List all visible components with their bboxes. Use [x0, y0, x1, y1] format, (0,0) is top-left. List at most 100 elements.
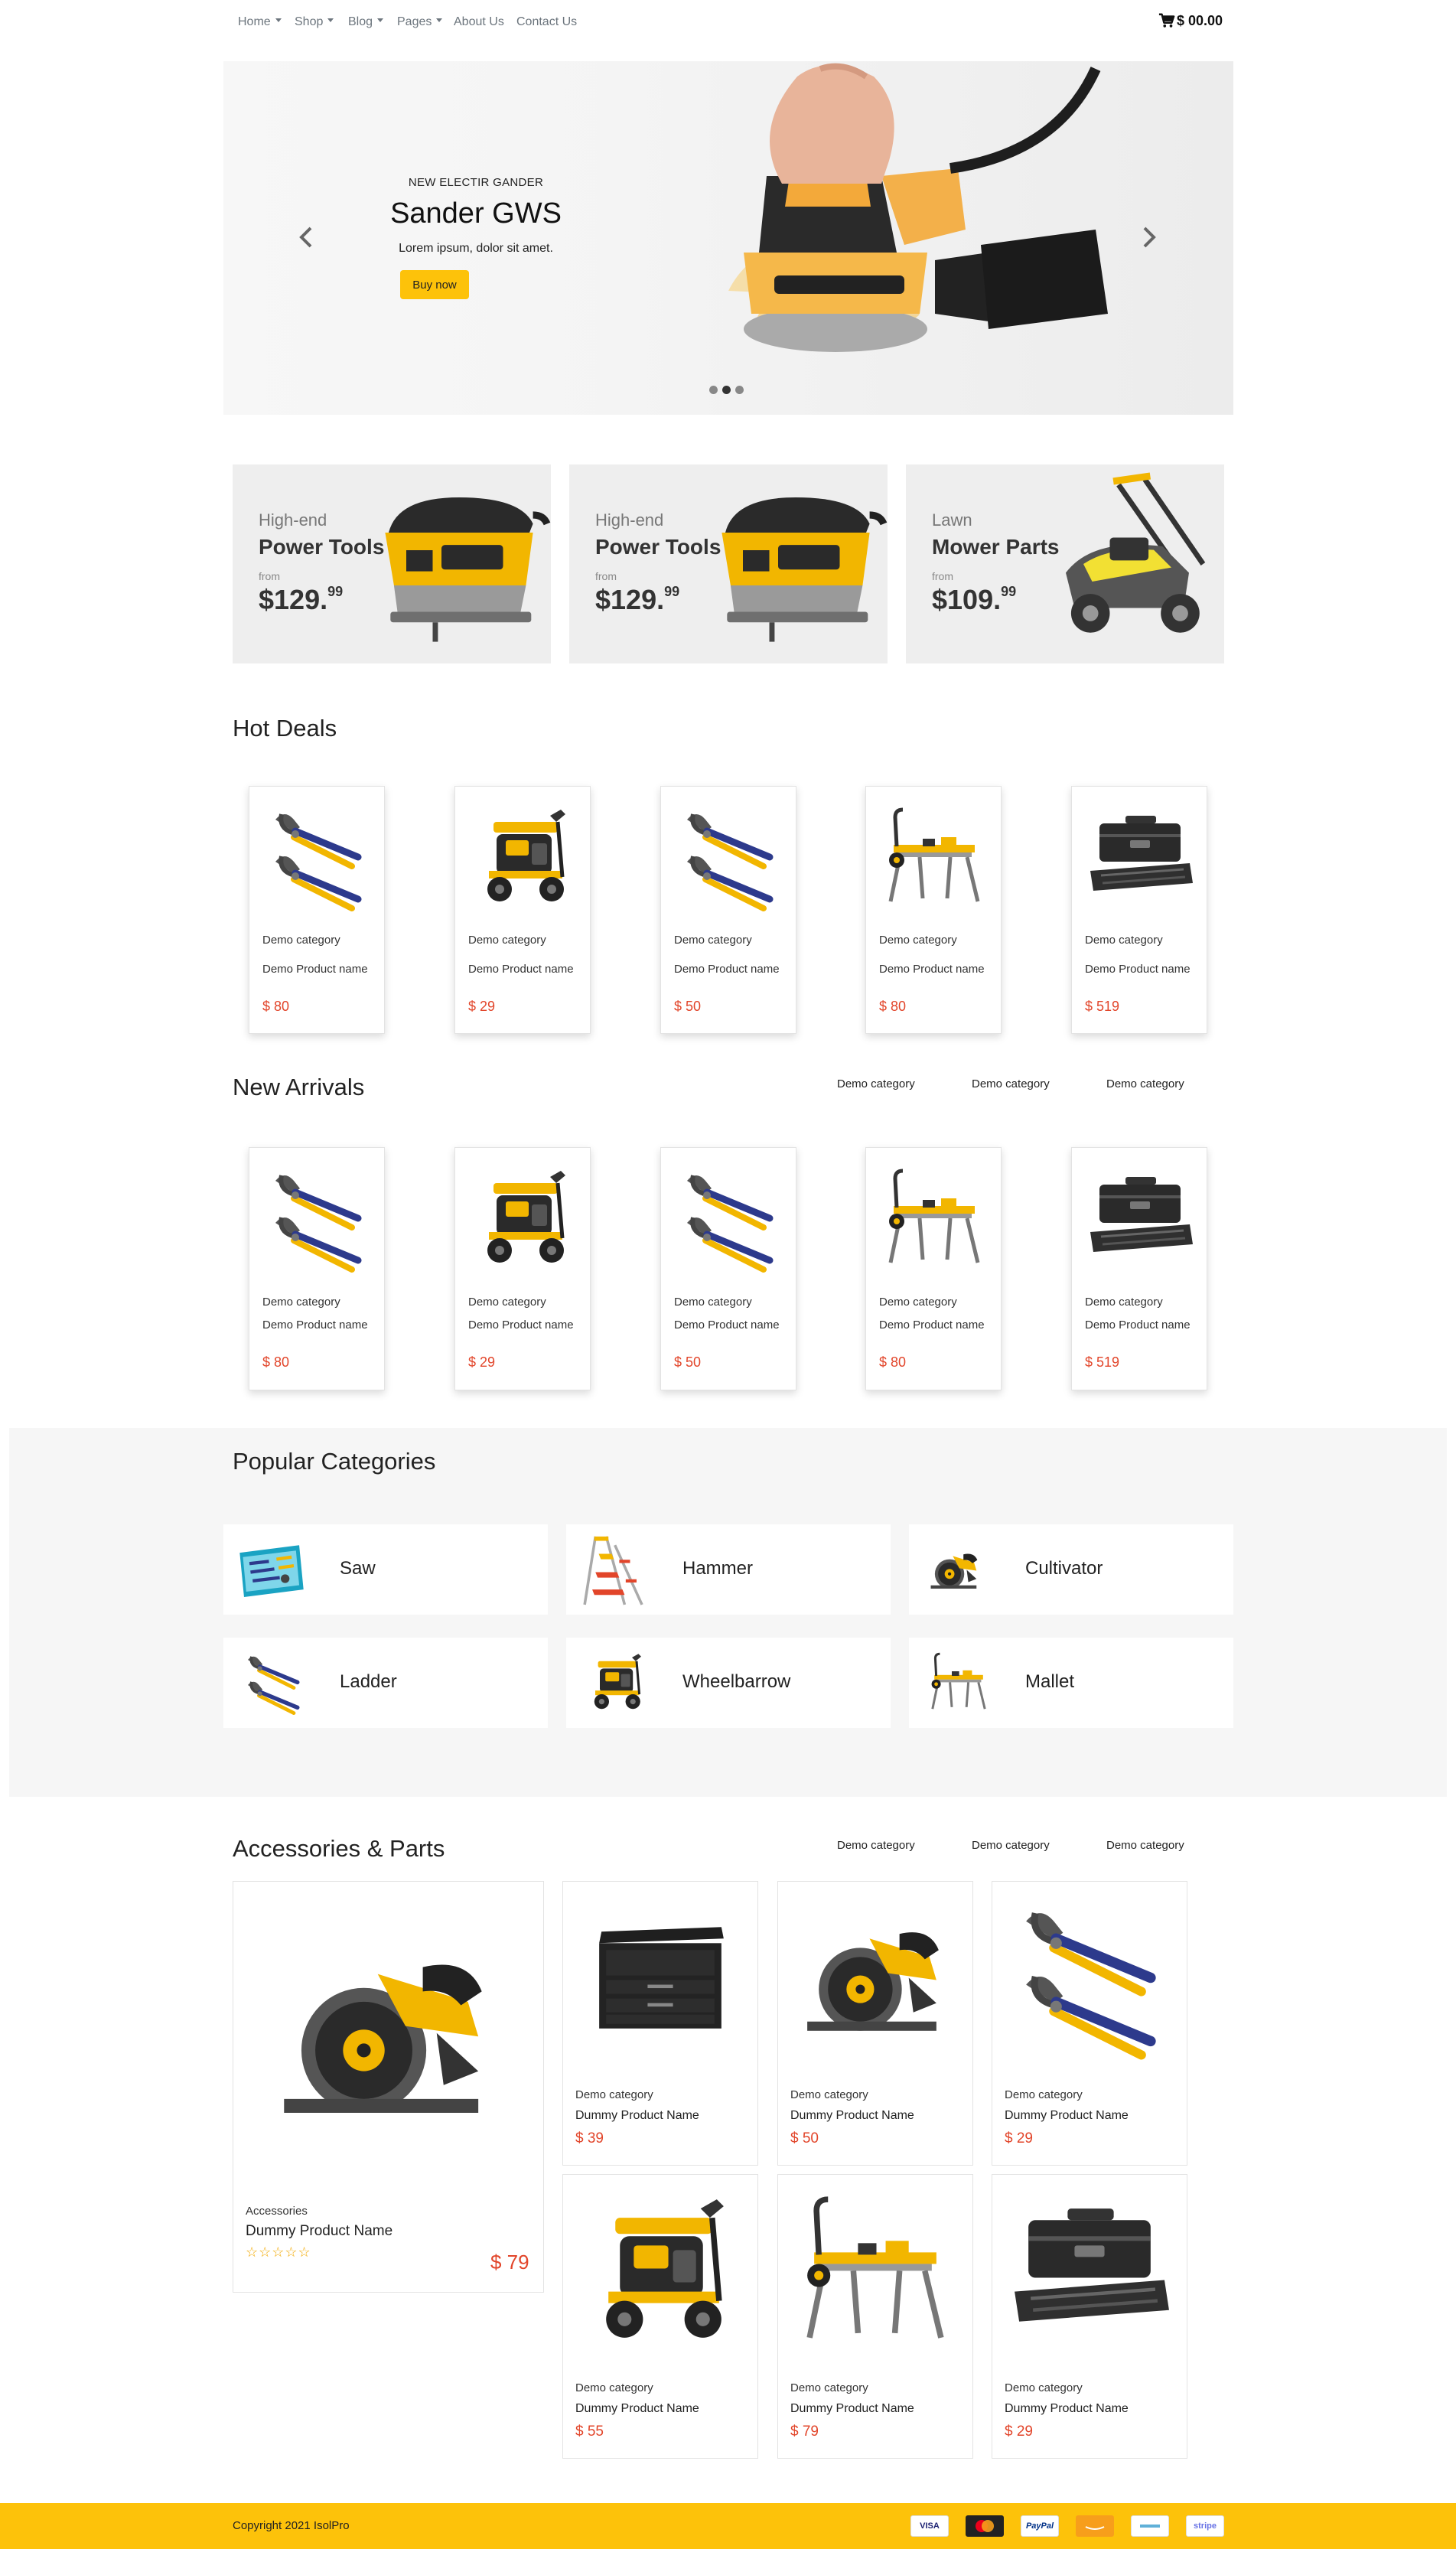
chevron-down-icon: [327, 18, 334, 23]
toolbox-image: [1003, 2186, 1176, 2358]
saw-stand-image: [789, 2186, 962, 2358]
accessory-card[interactable]: Demo category Dummy Product Name $ 29: [992, 2174, 1187, 2459]
product-image-pliers: [672, 800, 787, 915]
product-name: Dummy Product Name: [575, 2109, 699, 2122]
category-label: Wheelbarrow: [682, 1671, 791, 1692]
product-price: $ 29: [1005, 2424, 1033, 2440]
accessories-filter-3[interactable]: Demo category: [1106, 1839, 1184, 1852]
product-image-toolbox: [1083, 1162, 1197, 1276]
accessory-card[interactable]: Demo category Dummy Product Name $ 50: [777, 1881, 973, 2166]
category-card-cultivator[interactable]: Cultivator: [909, 1524, 1233, 1615]
accessory-card[interactable]: Demo category Dummy Product Name $ 29: [992, 1881, 1187, 2166]
product-name: Demo Product name: [674, 1319, 780, 1332]
product-card[interactable]: Demo category Demo Product name $ 80: [249, 1147, 385, 1390]
carousel-dot-1[interactable]: [709, 386, 718, 394]
product-category: Demo category: [879, 934, 957, 947]
buy-now-button[interactable]: Buy now: [400, 270, 469, 299]
nav-pages-label: Pages: [397, 15, 432, 28]
cart-button[interactable]: $ 00.00: [1158, 12, 1223, 29]
star-rating-icon: ☆☆☆☆☆: [246, 2244, 311, 2260]
chevron-down-icon: [436, 18, 443, 23]
product-card[interactable]: Demo category Demo Product name $ 80: [249, 786, 385, 1034]
product-card[interactable]: Demo category Demo Product name $ 50: [660, 1147, 796, 1390]
amazon-pay-icon: [1076, 2515, 1114, 2537]
featured-category: Accessories: [246, 2205, 308, 2218]
featured-product-card[interactable]: Accessories Dummy Product Name ☆☆☆☆☆ $ 7…: [233, 1881, 544, 2293]
circular-saw-image: [789, 1892, 962, 2065]
carousel-next-icon[interactable]: [1137, 222, 1160, 253]
product-card[interactable]: Demo category Demo Product name $ 519: [1071, 1147, 1207, 1390]
promo-title: Power Tools: [259, 535, 385, 559]
product-card[interactable]: Demo category Demo Product name $ 50: [660, 786, 796, 1034]
product-image-pliers: [260, 800, 375, 915]
hero-sander-image: [682, 61, 1111, 415]
product-image-pressure-washer: [466, 800, 581, 915]
step-ladder-image: [572, 1529, 656, 1610]
product-price: $ 80: [262, 999, 290, 1014]
hero-carousel: NEW ELECTIR GANDER Sander GWS Lorem ipsu…: [223, 61, 1233, 415]
promo-price: $129.99: [259, 584, 344, 615]
promo-banner-power-tools-2[interactable]: High-end Power Tools from $129.99: [569, 464, 888, 663]
nav-contact[interactable]: Contact Us: [516, 15, 577, 29]
category-card-ladder[interactable]: Ladder: [223, 1638, 548, 1728]
accessory-card[interactable]: Demo category Dummy Product Name $ 39: [562, 1881, 758, 2166]
product-card[interactable]: Demo category Demo Product name $ 80: [865, 1147, 1002, 1390]
product-category: Demo category: [674, 1296, 752, 1309]
product-price: $ 519: [1085, 999, 1120, 1014]
product-price: $ 50: [674, 999, 702, 1014]
new-arrivals-filter-2[interactable]: Demo category: [972, 1077, 1050, 1090]
product-card[interactable]: Demo category Demo Product name $ 29: [454, 1147, 591, 1390]
new-arrivals-filter-1[interactable]: Demo category: [837, 1077, 915, 1090]
top-navbar: Home Shop Blog Pages About Us Contact Us…: [0, 0, 1456, 44]
cart-icon: [1158, 12, 1175, 29]
category-label: Saw: [340, 1558, 376, 1579]
product-category: Demo category: [1085, 934, 1163, 947]
nav-about[interactable]: About Us: [454, 15, 504, 29]
accessories-filter-1[interactable]: Demo category: [837, 1839, 915, 1852]
nav-blog[interactable]: Blog: [348, 15, 384, 29]
product-card[interactable]: Demo category Demo Product name $ 29: [454, 786, 591, 1034]
carousel-prev-icon[interactable]: [295, 222, 318, 253]
visa-icon: VISA: [910, 2515, 949, 2537]
nav-home[interactable]: Home: [238, 15, 282, 29]
promo-banner-power-tools-1[interactable]: High-end Power Tools from $129.99: [233, 464, 551, 663]
accessories-filter-2[interactable]: Demo category: [972, 1839, 1050, 1852]
mastercard-icon: [966, 2515, 1004, 2537]
product-price: $ 29: [468, 1354, 496, 1370]
product-card[interactable]: Demo category Demo Product name $ 519: [1071, 786, 1207, 1034]
product-category: Demo category: [1005, 2088, 1083, 2101]
product-name: Dummy Product Name: [1005, 2402, 1129, 2415]
product-name: Dummy Product Name: [575, 2402, 699, 2415]
nav-pages[interactable]: Pages: [397, 15, 443, 29]
accessory-card[interactable]: Demo category Dummy Product Name $ 55: [562, 2174, 758, 2459]
nav-shop[interactable]: Shop: [295, 15, 334, 29]
promo-price: $109.99: [932, 584, 1017, 615]
product-name: Demo Product name: [468, 963, 574, 976]
product-image-pliers: [260, 1162, 375, 1276]
product-category: Demo category: [790, 2381, 868, 2394]
promo-tag: High-end: [595, 510, 664, 530]
product-price: $ 80: [879, 1354, 907, 1370]
category-card-saw[interactable]: Saw: [223, 1524, 548, 1615]
carousel-dot-3[interactable]: [735, 386, 744, 394]
category-label: Ladder: [340, 1671, 397, 1692]
product-name: Dummy Product Name: [790, 2109, 914, 2122]
new-arrivals-filter-3[interactable]: Demo category: [1106, 1077, 1184, 1090]
footer: Copyright 2021 IsolPro VISA PayPal strip…: [0, 2503, 1456, 2549]
product-card[interactable]: Demo category Demo Product name $ 80: [865, 786, 1002, 1034]
product-name: Demo Product name: [879, 963, 985, 976]
category-card-hammer[interactable]: Hammer: [566, 1524, 891, 1615]
product-category: Demo category: [468, 1296, 546, 1309]
product-name: Demo Product name: [1085, 963, 1191, 976]
stripe-icon: stripe: [1186, 2515, 1224, 2537]
tool-chest-image: [574, 1892, 747, 2065]
hero-kicker: NEW ELECTIR GANDER: [408, 176, 544, 189]
promo-tag: High-end: [259, 510, 327, 530]
promo-title: Mower Parts: [932, 535, 1060, 559]
carousel-dot-2[interactable]: [722, 386, 731, 394]
product-price: $ 50: [790, 2130, 819, 2146]
category-card-wheelbarrow[interactable]: Wheelbarrow: [566, 1638, 891, 1728]
category-card-mallet[interactable]: Mallet: [909, 1638, 1233, 1728]
promo-banner-mower-parts[interactable]: Lawn Mower Parts from $109.99: [906, 464, 1224, 663]
accessory-card[interactable]: Demo category Dummy Product Name $ 79: [777, 2174, 973, 2459]
